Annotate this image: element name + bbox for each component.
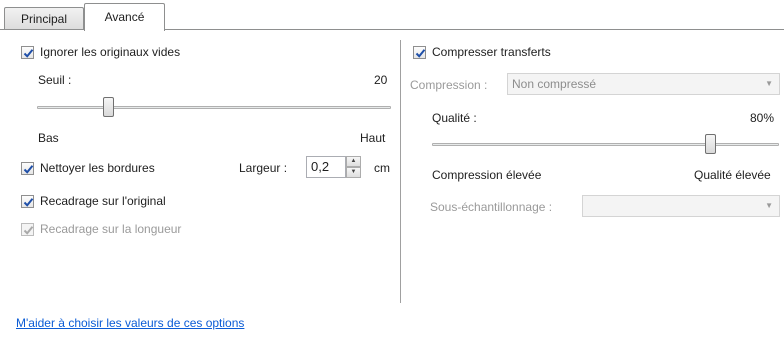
threshold-label: Seuil : (38, 73, 72, 87)
quality-label: Qualité : (432, 111, 477, 125)
compression-select-value: Non compressé (512, 77, 597, 91)
compression-label: Compression : (410, 78, 488, 92)
chevron-down-icon: ▼ (765, 79, 773, 88)
clean-borders-checkbox[interactable] (21, 162, 34, 175)
compress-transfers-label: Compresser transferts (432, 45, 551, 59)
width-label: Largeur : (239, 161, 288, 175)
crop-length-label: Recadrage sur la longueur (40, 222, 182, 236)
quality-min-label: Compression élevée (432, 168, 542, 182)
crop-original-checkbox[interactable] (21, 195, 34, 208)
column-divider (400, 40, 401, 303)
subsampling-select[interactable]: ▼ (582, 195, 780, 217)
quality-slider-track[interactable] (432, 143, 779, 146)
width-unit: cm (374, 161, 390, 175)
width-spinner[interactable]: ▲ ▼ (346, 156, 361, 178)
compression-select[interactable]: Non compressé ▼ (507, 73, 780, 95)
tab-principal[interactable]: Principal (4, 7, 84, 30)
width-input[interactable]: 0,2 (306, 156, 346, 178)
threshold-slider-thumb[interactable] (103, 97, 114, 117)
compress-transfers-checkbox[interactable] (413, 46, 426, 59)
clean-borders-label: Nettoyer les bordures (40, 161, 155, 175)
quality-slider-thumb[interactable] (705, 134, 716, 154)
chevron-down-icon: ▼ (765, 201, 773, 210)
spin-down-icon[interactable]: ▼ (346, 167, 361, 178)
ignore-blank-checkbox[interactable] (21, 46, 34, 59)
quality-value: 80% (750, 111, 775, 125)
subsampling-label: Sous-échantillonnage : (430, 200, 553, 214)
help-link[interactable]: M'aider à choisir les valeurs de ces opt… (16, 316, 244, 330)
ignore-blank-label: Ignorer les originaux vides (40, 45, 181, 59)
threshold-min-label: Bas (38, 131, 59, 145)
tab-strip: Principal Avancé (0, 0, 784, 31)
crop-length-checkbox[interactable] (21, 223, 34, 236)
tab-avance[interactable]: Avancé (84, 3, 165, 31)
spin-up-icon[interactable]: ▲ (346, 156, 361, 167)
quality-max-label: Qualité élevée (694, 168, 771, 182)
threshold-max-label: Haut (360, 131, 386, 145)
threshold-slider-track[interactable] (37, 106, 391, 109)
threshold-value: 20 (374, 73, 388, 87)
crop-original-label: Recadrage sur l'original (40, 194, 166, 208)
